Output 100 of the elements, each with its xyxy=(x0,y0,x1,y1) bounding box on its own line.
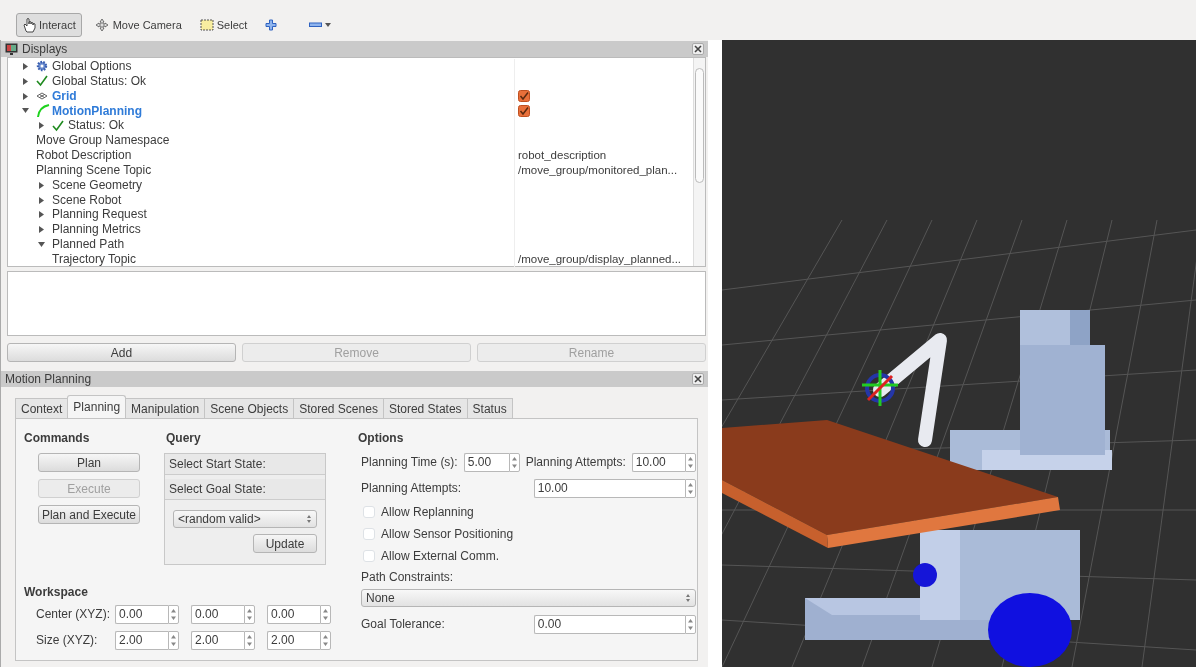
command-button[interactable]: Plan xyxy=(38,453,140,473)
spin-arrows-icon xyxy=(510,455,518,469)
number-field[interactable]: 2.00 xyxy=(267,630,320,650)
tree-item[interactable]: Status: Ok xyxy=(68,118,125,134)
spin-arrows-icon xyxy=(686,455,694,469)
spin-arrows-icon xyxy=(322,633,329,647)
collapse-arrow-icon[interactable] xyxy=(22,107,29,115)
expand-arrow-icon[interactable] xyxy=(38,181,45,189)
number-field[interactable]: 10.00 xyxy=(533,478,685,498)
number-field[interactable]: 0.00 xyxy=(115,604,168,624)
panel-title: Displays xyxy=(22,41,68,58)
spin-buttons[interactable] xyxy=(684,478,696,498)
property-value: /move_group/display_planned... xyxy=(518,251,682,267)
section-heading: Commands xyxy=(24,430,91,448)
minus-icon xyxy=(309,22,323,28)
update-button[interactable]: Update xyxy=(253,534,317,554)
spin-buttons[interactable] xyxy=(320,630,331,650)
expand-arrow-icon[interactable] xyxy=(38,211,45,219)
spin-buttons[interactable] xyxy=(684,452,696,472)
plus-icon xyxy=(265,19,278,31)
number-field[interactable]: 0.00 xyxy=(267,604,320,624)
spin-buttons[interactable] xyxy=(320,604,331,624)
spin-buttons[interactable] xyxy=(168,604,179,624)
expand-arrow-icon[interactable] xyxy=(38,226,45,234)
field-label: Planning Time (s): xyxy=(361,454,458,472)
tree-item[interactable]: Move Group Namespace xyxy=(36,133,170,149)
checkbox[interactable] xyxy=(518,90,530,103)
tree-item[interactable]: Trajectory Topic xyxy=(52,251,137,267)
spin-buttons[interactable] xyxy=(244,630,255,650)
number-field[interactable]: 0.00 xyxy=(191,604,244,624)
grid-icon xyxy=(36,91,48,102)
tree-item[interactable]: Global Status: Ok xyxy=(52,73,147,89)
spin-arrows-icon xyxy=(170,607,177,621)
spin-buttons[interactable] xyxy=(508,452,520,472)
check-icon xyxy=(36,75,48,88)
expand-arrow-icon[interactable] xyxy=(22,92,29,100)
checkbox-label: Allow Sensor Positioning xyxy=(381,526,514,544)
tree-item[interactable]: Planning Request xyxy=(52,207,147,223)
tab[interactable]: Scene Objects xyxy=(204,398,295,419)
tree-item[interactable]: Global Options xyxy=(52,59,132,74)
state-label: Select Start State: xyxy=(165,454,325,476)
tab[interactable]: Manipulation xyxy=(125,398,206,419)
tree-item[interactable]: Planning Scene Topic xyxy=(36,162,152,178)
close-icon xyxy=(694,45,702,53)
tab[interactable]: Status xyxy=(466,398,513,419)
close-button[interactable] xyxy=(692,373,704,386)
check-icon xyxy=(52,119,64,132)
tab[interactable]: Stored States xyxy=(382,398,468,419)
path-constraints-select[interactable]: None xyxy=(361,589,696,608)
close-button[interactable] xyxy=(692,43,704,55)
expand-arrow-icon[interactable] xyxy=(22,62,29,70)
gear-icon xyxy=(36,60,48,73)
panel-button[interactable]: Add xyxy=(7,343,236,363)
spin-arrows-icon xyxy=(306,514,312,525)
collapse-arrow-icon[interactable] xyxy=(38,241,45,249)
tree-item[interactable]: Grid xyxy=(52,88,77,104)
spin-buttons[interactable] xyxy=(684,614,696,634)
expand-arrow-icon[interactable] xyxy=(22,77,29,85)
field-label: Path Constraints: xyxy=(361,569,454,587)
number-field[interactable]: 10.00 xyxy=(631,452,685,472)
scrollbar[interactable] xyxy=(693,58,705,266)
state-label: Select Goal State: xyxy=(165,479,325,501)
tree-item[interactable]: Planning Metrics xyxy=(52,222,141,238)
tree-item[interactable]: Robot Description xyxy=(36,148,132,163)
number-field[interactable]: 5.00 xyxy=(463,452,509,472)
tree-item[interactable]: Planned Path xyxy=(52,237,125,252)
field-label: Goal Tolerance: xyxy=(361,616,445,634)
section-heading: Options xyxy=(358,430,405,448)
number-field[interactable]: 2.00 xyxy=(115,630,168,650)
spin-arrows-icon xyxy=(246,607,253,621)
tool-button[interactable]: Select xyxy=(193,13,254,37)
spin-buttons[interactable] xyxy=(168,630,179,650)
checkbox-label: Allow External Comm. xyxy=(381,548,500,566)
tab[interactable]: Planning xyxy=(67,395,127,419)
tree-item[interactable]: MotionPlanning xyxy=(52,103,142,119)
monitor-icon xyxy=(5,43,18,55)
checkbox[interactable] xyxy=(518,104,530,117)
goal-state-select[interactable]: <random valid> xyxy=(173,510,317,529)
expand-arrow-icon[interactable] xyxy=(38,122,45,130)
panel-title: Motion Planning xyxy=(5,371,92,389)
spin-buttons[interactable] xyxy=(244,604,255,624)
field-label: Center (XYZ): xyxy=(36,606,111,624)
3d-viewport[interactable] xyxy=(722,40,1196,667)
field-label: Planning Attempts: xyxy=(525,454,626,472)
expand-arrow-icon[interactable] xyxy=(38,196,45,204)
field-label: Size (XYZ): xyxy=(36,632,99,650)
spin-arrows-icon xyxy=(686,481,694,495)
tree-item[interactable]: Scene Geometry xyxy=(52,177,143,193)
tab[interactable]: Context xyxy=(15,398,69,419)
spin-arrows-icon xyxy=(322,607,329,621)
tree-item[interactable]: Scene Robot xyxy=(52,192,122,208)
tab[interactable]: Stored Scenes xyxy=(293,398,384,419)
close-icon xyxy=(694,375,702,384)
field-label: Planning Attempts: xyxy=(361,480,462,498)
number-field[interactable]: 0.00 xyxy=(533,614,685,634)
command-button[interactable]: Plan and Execute xyxy=(38,505,140,525)
tool-button[interactable]: Move Camera xyxy=(87,13,188,37)
number-field[interactable]: 2.00 xyxy=(191,630,244,650)
spin-arrows-icon xyxy=(246,633,253,647)
tool-button[interactable]: Interact xyxy=(16,13,82,37)
